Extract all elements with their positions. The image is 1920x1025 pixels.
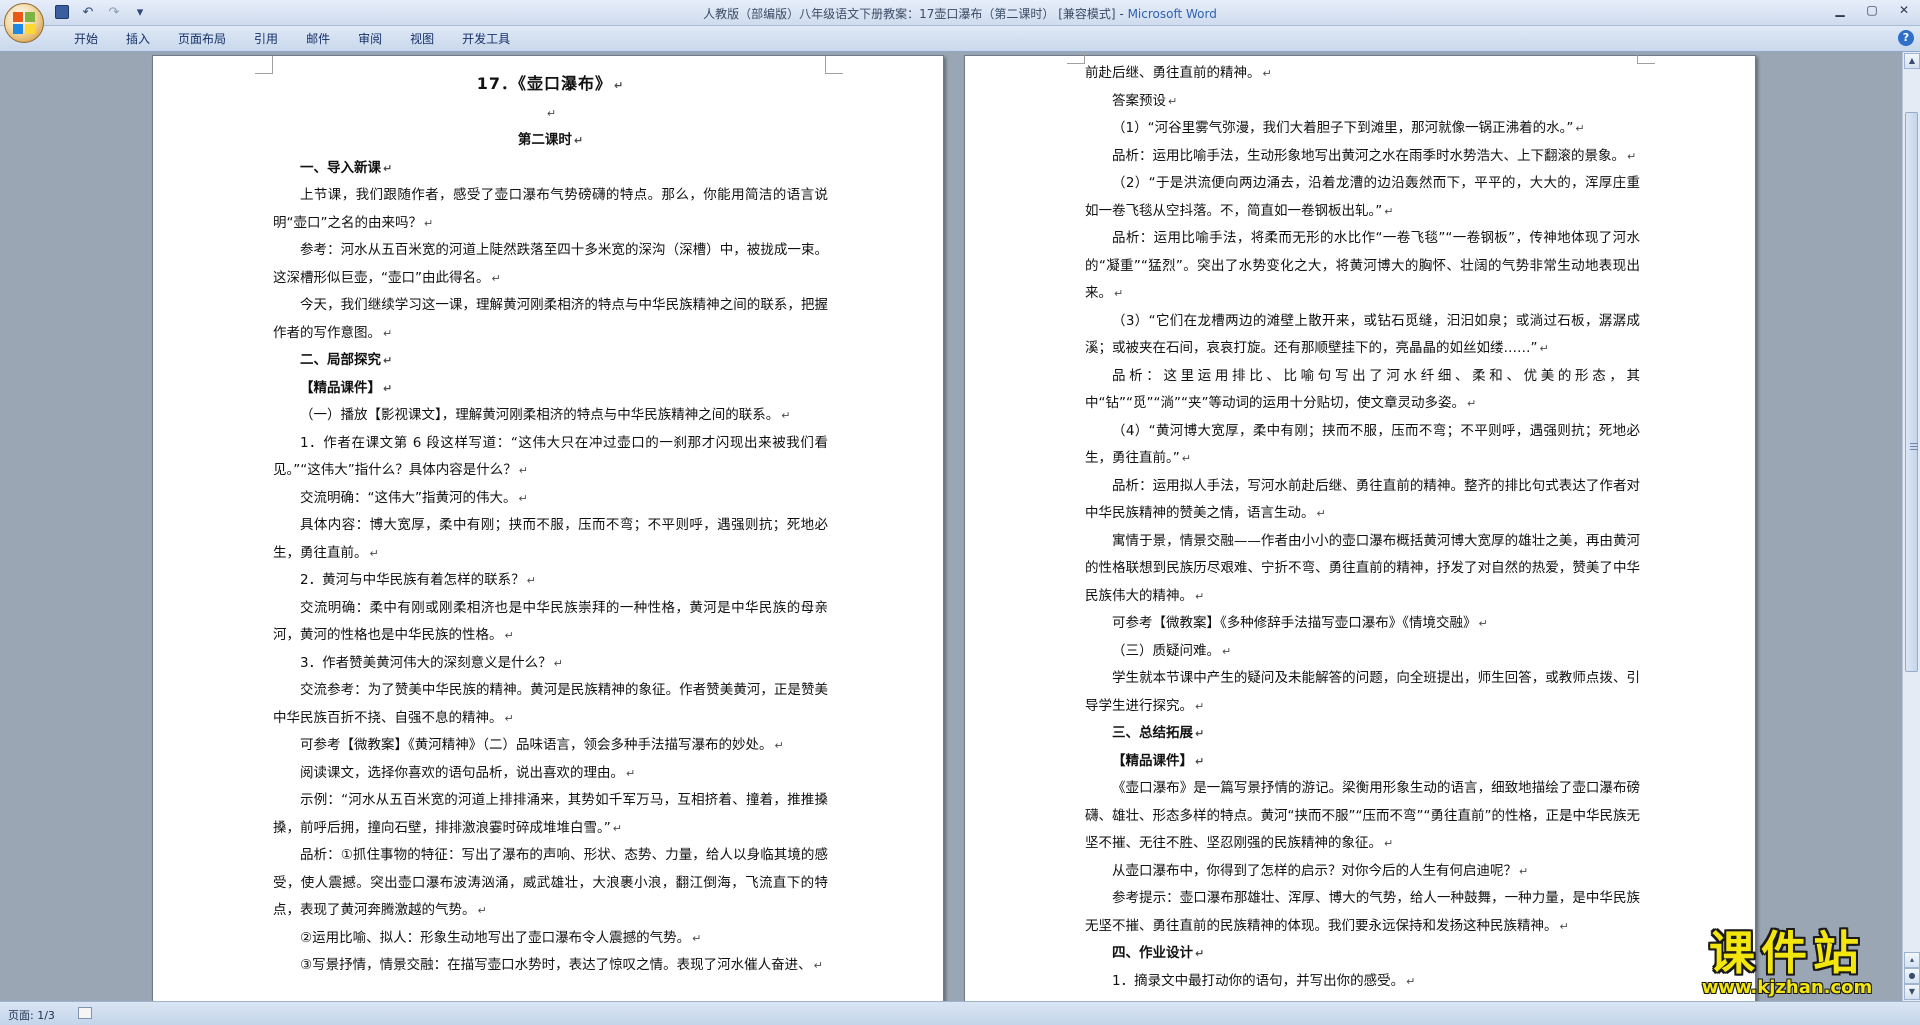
body-paragraph: 示例：“河水从五百米宽的河道上排排涌来，其势如千军万马，互相挤着、撞着，推推搡搡… — [273, 792, 828, 836]
scroll-up-icon[interactable]: ▲ — [1904, 53, 1920, 69]
body-paragraph: 交流明确：柔中有刚或刚柔相济也是中华民族崇拜的一种性格，黄河是中华民族的母亲河，… — [273, 599, 828, 644]
body-paragraph: 可参考【微教案】《黄河精神》（二）品味语言，领会多种手法描写瀑布的妙处。 ↵ — [300, 737, 784, 753]
ribbon-tab[interactable]: 引用 — [240, 30, 292, 48]
window-controls: ▁ ▢ ✕ — [1824, 0, 1920, 22]
watermark-logo: 课件站 www.kjzhan.com — [1656, 928, 1918, 1001]
window-title: 人教版（部编版）八年级语文下册教案：17壶口瀑布（第二课时） [兼容模式] - … — [0, 5, 1920, 22]
body-paragraph: 具体内容：博大宽厚，柔中有刚；挟而不服，压而不弯；不平则呼，遇强则抗；死地必生，… — [273, 517, 828, 561]
office-button[interactable] — [4, 3, 44, 43]
body-paragraph: 【精品课件】 ↵ — [1112, 752, 1205, 769]
body-paragraph: 1．摘录文中最打动你的语句，并写出你的感受。 ↵ — [1112, 972, 1416, 989]
ribbon-tab[interactable]: 插入 — [112, 30, 164, 48]
body-paragraph: 今天，我们继续学习这一课，理解黄河刚柔相济的特点与中华民族精神之间的联系，把握作… — [273, 297, 828, 341]
empty-paragraph: ↵ — [546, 106, 557, 120]
body-paragraph: 一、导入新课 ↵ — [300, 159, 393, 176]
ribbon-tab[interactable]: 邮件 — [292, 30, 344, 48]
body-paragraph: 交流明确：“这伟大”指黄河的伟大。 ↵ — [300, 489, 528, 506]
body-paragraph: （三）质疑问难。 ↵ — [1112, 642, 1232, 659]
body-paragraph: 阅读课文，选择你喜欢的语句品析，说出喜欢的理由。 ↵ — [300, 764, 636, 781]
body-paragraph: （2）“于是洪流便向两边涌去，沿着龙漕的边沿轰然而下，平平的，大大的，浑厚庄重如… — [1085, 175, 1640, 219]
body-paragraph: 品析：运用拟人手法，写河水前赴后继、勇往直前的精神。整齐的排比句式表达了作者对中… — [1085, 477, 1640, 522]
status-bar: 页面: 1/3 — [0, 1001, 1920, 1025]
body-paragraph: 寓情于景，情景交融——作者由小小的壶口瀑布概括黄河博大宽厚的雄壮之美，再由黄河的… — [1085, 532, 1640, 604]
body-paragraph: 品析：运用比喻手法，将柔而无形的水比作“一卷飞毯”“一卷钢板”，传神地体现了河水… — [1085, 230, 1640, 301]
language-icon[interactable] — [78, 1007, 92, 1019]
lesson-subtitle: 第二课时 ↵ — [517, 132, 584, 148]
document-workspace[interactable]: 17．《壶口瀑布》 ↵ ↵ 第二课时 ↵ 一、导入新课 ↵ 上节课，我们跟随作者，感受了… — [0, 52, 1902, 1001]
page-indicator[interactable]: 页面: 1/3 — [8, 1007, 55, 1023]
close-icon[interactable]: ✕ — [1888, 0, 1920, 20]
page-2-content[interactable]: 前赴后继、勇往直前的精神。 ↵ 答案预设 ↵ （1）“河谷里雾气弥漫，我们大着胆子下到滩… — [1085, 60, 1640, 995]
margin-corner-mark — [1067, 52, 1085, 64]
document-title-heading: 17．《壶口瀑布》 ↵ — [476, 74, 625, 93]
maximize-icon[interactable]: ▢ — [1856, 0, 1888, 20]
body-paragraph: 答案预设 ↵ — [1112, 92, 1178, 109]
margin-corner-mark — [255, 56, 273, 74]
ribbon-tab[interactable]: 开发工具 — [448, 30, 524, 48]
watermark-name: 课件站 — [1709, 926, 1865, 980]
body-paragraph: 前赴后继、勇往直前的精神。 ↵ — [1085, 65, 1272, 81]
title-bar: ↶ ↷ ▾ 人教版（部编版）八年级语文下册教案：17壶口瀑布（第二课时） [兼容… — [0, 0, 1920, 43]
body-paragraph: 参考：河水从五百米宽的河道上陡然跌落至四十多米宽的深沟（深槽）中，被拢成一束。这… — [273, 242, 828, 286]
body-paragraph: 学生就本节课中产生的疑问及未能解答的问题，向全班提出，师生回答，或教师点拨、引导… — [1085, 670, 1640, 714]
body-paragraph: 参考提示：壶口瀑布那雄壮、浑厚、博大的气势，给人一种鼓舞，一种力量，是中华民族无… — [1085, 890, 1640, 934]
body-paragraph: 品析：①抓住事物的特征：写出了瀑布的声响、形状、态势、力量，给人以身临其境的感受… — [273, 847, 828, 918]
page-1[interactable]: 17．《壶口瀑布》 ↵ ↵ 第二课时 ↵ 一、导入新课 ↵ 上节课，我们跟随作者，感受了… — [152, 55, 944, 1001]
page-1-content[interactable]: 17．《壶口瀑布》 ↵ ↵ 第二课时 ↵ 一、导入新课 ↵ 上节课，我们跟随作者，感受了… — [273, 70, 828, 980]
help-icon[interactable]: ? — [1898, 30, 1914, 46]
app-name: Microsoft Word — [1127, 7, 1217, 21]
body-paragraph: 2．黄河与中华民族有着怎样的联系？ ↵ — [300, 572, 536, 588]
body-paragraph: 交流参考：为了赞美中华民族的精神。黄河是民族精神的象征。作者赞美黄河，正是赞美中… — [273, 682, 828, 726]
ribbon-tab[interactable]: 页面布局 — [164, 30, 240, 48]
body-paragraph: 品析：这里运用排比、比喻句写出了河水纤细、柔和、优美的形态，其中“钻”“觅”“淌… — [1085, 367, 1640, 412]
ribbon-tab[interactable]: 审阅 — [344, 30, 396, 48]
body-paragraph: 【精品课件】 ↵ — [300, 379, 393, 396]
body-paragraph: 四、作业设计 ↵ — [1112, 945, 1205, 961]
body-paragraph: 三、总结拓展 ↵ — [1112, 725, 1205, 741]
ribbon-tab[interactable]: 开始 — [60, 30, 112, 48]
ribbon-tabs: 开始 插入 页面布局 引用 邮件 审阅 视图 开发工具 — [60, 30, 524, 48]
scroll-thumb[interactable] — [1905, 112, 1918, 672]
body-paragraph: （4）“黄河博大宽厚，柔中有刚；挟而不服，压而不弯；不平则呼，遇强则抗；死地必生… — [1085, 422, 1640, 467]
body-paragraph: 《壶口瀑布》是一篇写景抒情的游记。梁衡用形象生动的语言，细致地描绘了壶口瀑布磅礴… — [1085, 780, 1640, 851]
body-paragraph: 上节课，我们跟随作者，感受了壶口瀑布气势磅礴的特点。那么，你能用简洁的语言说明“… — [273, 187, 828, 231]
watermark-url: www.kjzhan.com — [1701, 977, 1873, 998]
office-logo-icon — [13, 12, 35, 34]
body-paragraph: ③写景抒情，情景交融：在描写壶口水势时，表达了惊叹之情。表现了河水催人奋进、 ↵ — [300, 957, 823, 973]
body-paragraph: 1．作者在课文第 6 段这样写道：“这伟大只在冲过壶口的一刹那才闪现出来被我们看… — [273, 434, 828, 479]
body-paragraph: 品析：运用比喻手法，生动形象地写出黄河之水在雨季时水势浩大、上下翻滚的景象。 ↵ — [1112, 147, 1637, 164]
document-title: 人教版（部编版）八年级语文下册教案：17壶口瀑布（第二课时） [兼容模式] - — [703, 7, 1128, 21]
vertical-scrollbar[interactable]: ▲ ▴ ● ▼ — [1902, 52, 1920, 1001]
body-paragraph: 可参考【微教案】《多种修辞手法描写壶口瀑布》《情境交融》 ↵ — [1112, 615, 1488, 631]
body-paragraph: （1）“河谷里雾气弥漫，我们大着胆子下到滩里，那河就像一锅正沸着的水。” ↵ — [1112, 120, 1585, 136]
body-paragraph: ②运用比喻、拟人：形象生动地写出了壶口瀑布令人震撼的气势。 ↵ — [300, 929, 702, 946]
body-paragraph: （一）播放【影视课文】，理解黄河刚柔相济的特点与中华民族精神之间的联系。 ↵ — [300, 407, 791, 423]
ribbon-tab[interactable]: 视图 — [396, 30, 448, 48]
minimize-icon[interactable]: ▁ — [1824, 0, 1856, 20]
ribbon-tabs-bar: 开始 插入 页面布局 引用 邮件 审阅 视图 开发工具 ? — [0, 26, 1920, 52]
body-paragraph: 二、局部探究 ↵ — [300, 352, 393, 368]
body-paragraph: 从壶口瀑布中，你得到了怎样的启示？对你今后的人生有何启迪呢？ ↵ — [1112, 862, 1529, 879]
body-paragraph: 3．作者赞美黄河伟大的深刻意义是什么？ ↵ — [300, 654, 563, 671]
page-2[interactable]: 前赴后继、勇往直前的精神。 ↵ 答案预设 ↵ （1）“河谷里雾气弥漫，我们大着胆子下到滩… — [964, 52, 1756, 1001]
body-paragraph: （3）“它们在龙槽两边的滩壁上散开来，或钻石觅缝，汩汩如泉；或淌过石板，潺潺成溪… — [1085, 312, 1640, 357]
